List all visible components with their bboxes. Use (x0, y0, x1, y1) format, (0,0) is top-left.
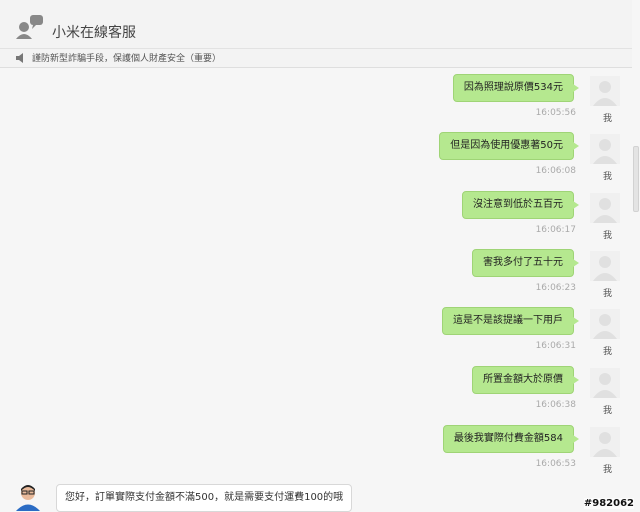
watermark-id: #982062 (583, 498, 634, 509)
security-notice[interactable]: 謹防新型詐騙手段，保護個人財產安全（重要） (0, 49, 640, 68)
sender-label: 我 (602, 231, 612, 241)
user-avatar-icon (590, 134, 620, 164)
message-bubble: 所置金額大於原價 (472, 366, 579, 394)
sender-label: 我 (602, 289, 612, 299)
message-bubble: 最後我實際付費金額584 (442, 425, 580, 453)
chat-message: 這是不是該提議一下用戶 16:06:31 我 (0, 301, 632, 359)
sender-label: 我 (602, 172, 612, 182)
scrollbar[interactable] (632, 0, 640, 511)
message-bubble: 但是因為使用優惠著50元 (439, 132, 579, 160)
chat-message: 因為照理說原價534元 16:05:56 我 (0, 68, 632, 126)
message-time: 16:06:23 (535, 283, 576, 293)
message-bubble: 因為照理說原價534元 (452, 74, 580, 102)
chat-header: 小米在線客服 (0, 0, 640, 49)
chat-message: 但是因為使用優惠著50元 16:06:08 我 (0, 126, 632, 184)
chat-message: 害我多付了五十元 16:06:23 我 (0, 243, 632, 301)
chat-message: 所置金額大於原價 16:06:38 我 (0, 360, 632, 418)
notice-text[interactable]: 謹防新型詐騙手段，保護個人財產安全（重要） (32, 51, 221, 64)
agent-message-bubble: 您好，訂單實際支付金額不滿500，就是需要支付運費100的哦 (56, 484, 353, 512)
chat-bubble-person-icon (16, 15, 43, 39)
chat-message: 沒注意到低於五百元 16:06:17 我 (0, 185, 632, 243)
user-avatar-icon (590, 76, 620, 106)
message-time: 16:06:31 (535, 341, 576, 351)
scrollbar-thumb[interactable] (633, 146, 639, 212)
sender-label: 我 (602, 406, 612, 416)
message-bubble: 沒注意到低於五百元 (462, 191, 579, 219)
sender-label: 我 (602, 465, 612, 475)
chat-message: 最後我實際付費金額584 16:06:53 我 (0, 419, 632, 477)
chat-area: 因為照理說原價534元 16:05:56 我 但是因為使用優惠著50元 16:0… (0, 68, 632, 512)
user-avatar-icon (590, 193, 620, 223)
message-time: 16:06:53 (535, 459, 576, 469)
user-avatar-icon (590, 368, 620, 398)
page-title: 小米在線客服 (52, 25, 136, 41)
message-bubble: 害我多付了五十元 (472, 249, 579, 277)
sender-label: 我 (602, 347, 612, 357)
speaker-icon (16, 53, 23, 63)
message-time: 16:05:56 (535, 108, 576, 118)
user-avatar-icon (590, 427, 620, 457)
message-bubble: 這是不是該提議一下用戶 (442, 307, 579, 335)
agent-avatar (14, 481, 42, 511)
message-time: 16:06:17 (535, 225, 576, 235)
sender-label: 我 (602, 114, 612, 124)
user-avatar-icon (590, 309, 620, 339)
user-avatar-icon (590, 251, 620, 281)
message-time: 16:06:38 (535, 400, 576, 410)
message-time: 16:06:08 (535, 166, 576, 176)
